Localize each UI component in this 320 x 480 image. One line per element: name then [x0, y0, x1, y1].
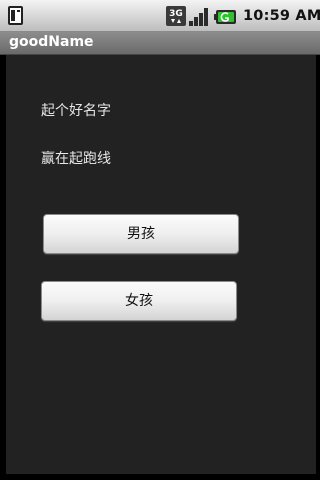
- main-content: 起个好名字 赢在起跑线 男孩 女孩: [0, 55, 320, 480]
- slogan-line-2: 赢在起跑线: [41, 151, 111, 167]
- title-bar: goodName: [0, 32, 320, 55]
- notification-icon: [8, 6, 24, 30]
- battery-icon: [214, 9, 238, 29]
- boy-button[interactable]: 男孩: [43, 214, 239, 254]
- clock: 10:59 AM: [243, 8, 320, 24]
- svg-text:3G: 3G: [169, 9, 183, 19]
- app-title: goodName: [9, 34, 94, 50]
- signal-strength-icon: [188, 7, 210, 31]
- status-bar: 3G 10:59 AM: [0, 0, 320, 32]
- girl-button[interactable]: 女孩: [41, 281, 237, 321]
- slogan-line-1: 起个好名字: [41, 103, 111, 119]
- network-3g-icon: 3G: [166, 6, 186, 30]
